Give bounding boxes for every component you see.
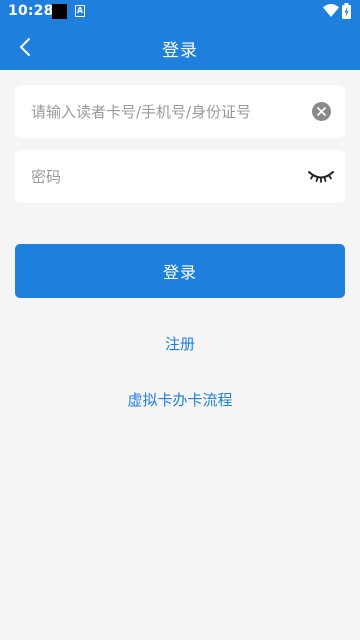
clear-icon bbox=[317, 107, 326, 116]
eye-closed-icon bbox=[308, 171, 334, 183]
virtual-card-link[interactable]: 虚拟卡办卡流程 bbox=[0, 389, 360, 410]
page-title: 登录 bbox=[162, 41, 198, 61]
register-link[interactable]: 注册 bbox=[0, 333, 360, 354]
password-input[interactable] bbox=[31, 150, 311, 203]
clear-button[interactable] bbox=[312, 102, 331, 121]
accessibility-icon: A bbox=[75, 5, 85, 17]
login-button[interactable]: 登录 bbox=[15, 244, 345, 298]
wifi-icon bbox=[323, 4, 339, 17]
battery-icon bbox=[342, 3, 351, 19]
account-input[interactable] bbox=[31, 85, 311, 138]
account-field bbox=[15, 85, 345, 138]
password-field bbox=[15, 150, 345, 203]
notification-icon bbox=[52, 4, 67, 19]
status-time: 10:28 bbox=[8, 3, 54, 19]
app-bar: 登录 bbox=[0, 24, 360, 70]
status-bar: 10:28 A bbox=[0, 0, 360, 24]
toggle-password-button[interactable] bbox=[308, 169, 334, 185]
header: 10:28 A 登录 bbox=[0, 0, 360, 70]
